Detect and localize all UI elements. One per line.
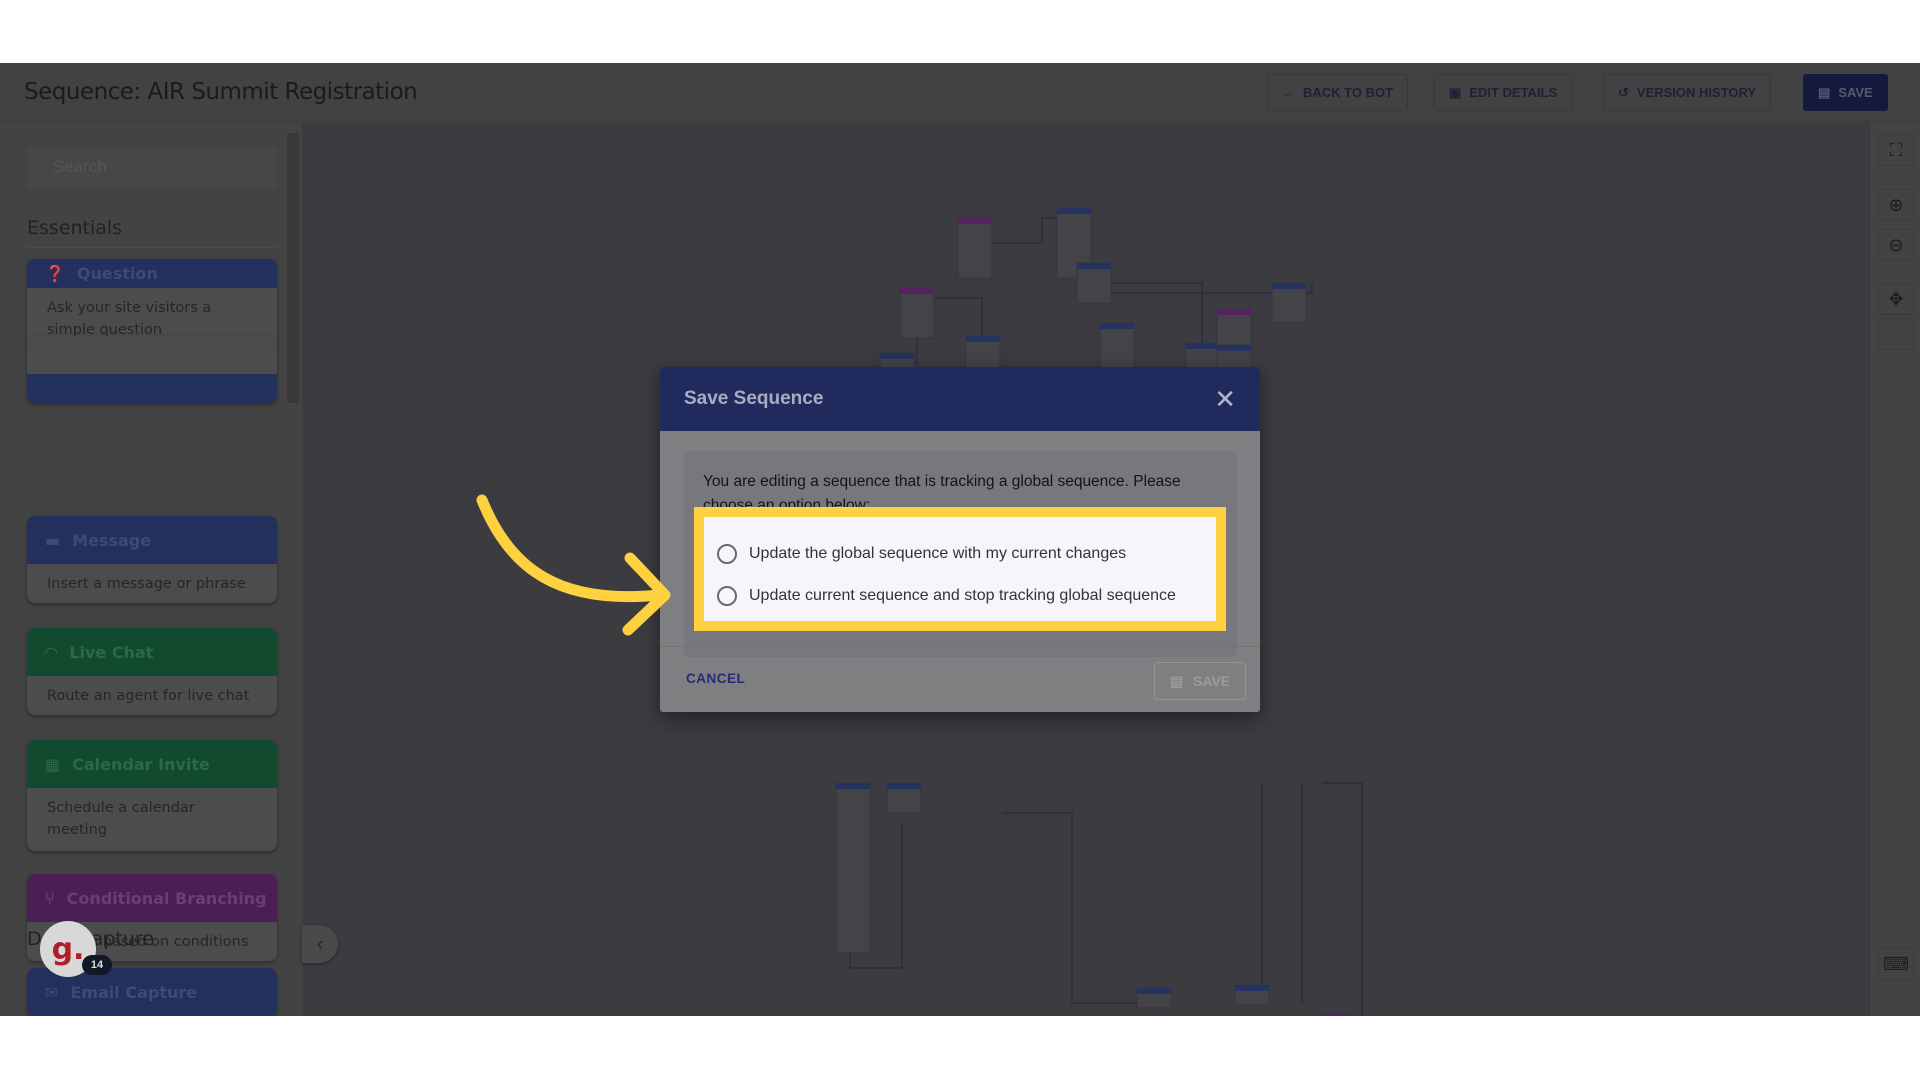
dialog-title: Save Sequence <box>684 388 824 409</box>
history-icon: ↺ <box>1618 84 1629 100</box>
dialog-header: Save Sequence ✕ <box>660 367 1260 431</box>
focus-icon: ⛶ <box>1889 139 1903 160</box>
close-icon[interactable]: ✕ <box>1214 384 1236 415</box>
branch-icon: ⑂ <box>45 888 55 908</box>
calendar-icon: ▦ <box>45 754 61 774</box>
zoom-out-button[interactable]: ⊖ <box>1878 229 1914 261</box>
flow-node[interactable] <box>1234 984 1270 1006</box>
radio-button[interactable] <box>717 544 737 564</box>
email-icon: ✉ <box>45 982 59 1002</box>
flow-node[interactable] <box>835 782 871 954</box>
zoom-in-button[interactable]: ⊕ <box>1878 189 1914 221</box>
dialog-save-button[interactable]: ▤ Save <box>1154 662 1246 700</box>
cancel-button[interactable]: Cancel <box>686 671 745 686</box>
save-icon: ▤ <box>1169 672 1184 689</box>
flow-node[interactable] <box>1136 987 1172 1009</box>
sidebar-item-message[interactable] <box>27 336 277 403</box>
notification-badge: 14 <box>82 955 112 975</box>
option-update-global[interactable]: Update the global sequence with my curre… <box>717 544 1126 564</box>
flow-connector <box>1322 782 1363 1016</box>
select-icon: ⬚ <box>1887 323 1905 344</box>
zoom-out-icon: ⊖ <box>1888 234 1904 255</box>
back-to-bot-button[interactable]: ← Back to bot <box>1267 74 1409 111</box>
flow-node[interactable] <box>886 782 922 814</box>
flow-node[interactable] <box>1321 1012 1351 1016</box>
section-essentials: Essentials <box>27 217 277 248</box>
save-button[interactable]: ▤ Save <box>1803 74 1888 111</box>
chevron-left-icon: ‹ <box>317 933 323 954</box>
flow-node[interactable] <box>957 217 993 279</box>
page-title: Sequence: AIR Summit Registration <box>24 79 418 105</box>
flow-node[interactable] <box>1271 282 1307 324</box>
dialog-message: You are editing a sequence that is track… <box>703 473 1181 510</box>
option-stop-tracking[interactable]: Update current sequence and stop trackin… <box>717 586 1176 606</box>
keyboard-icon: ⌨ <box>1883 953 1909 974</box>
pointer-arrow-icon <box>476 494 671 636</box>
version-history-button[interactable]: ↺ Version history <box>1603 74 1772 111</box>
move-icon: ✥ <box>1888 288 1904 309</box>
radio-button[interactable] <box>717 586 737 606</box>
flow-connector <box>1002 812 1142 1004</box>
search-input[interactable]: Search <box>27 148 277 188</box>
headset-icon: ◠ <box>45 642 58 662</box>
highlight-box: Update the global sequence with my curre… <box>694 507 1226 631</box>
zoom-in-icon: ⊕ <box>1888 194 1904 215</box>
flow-node[interactable] <box>1076 262 1112 304</box>
select-area-button[interactable]: ⬚ <box>1878 318 1914 350</box>
flow-node[interactable] <box>899 287 935 339</box>
edit-details-button[interactable]: ▣ Edit details <box>1434 74 1573 111</box>
edit-icon: ▣ <box>1449 84 1462 100</box>
pan-button[interactable]: ✥ <box>1878 283 1914 315</box>
top-bar: Sequence: AIR Summit Registration ← Back … <box>0 63 1920 122</box>
sidebar-item-calendar-invite[interactable]: ▦ Calendar Invite Schedule a calendar mee… <box>27 740 277 851</box>
sidebar-item-message[interactable]: ▬ Message Insert a message or phrase <box>27 516 277 603</box>
canvas-toolbar: ⛶ ⊕ ⊖ ✥ ⬚ ⌨ <box>1869 123 1920 1016</box>
fit-view-button[interactable]: ⛶ <box>1878 134 1914 166</box>
sidebar: Search Essentials ❓ Question Ask your sit… <box>0 123 302 1016</box>
question-icon: ❓ <box>45 264 65 283</box>
save-icon: ▤ <box>1818 84 1831 100</box>
sidebar-item-question[interactable]: ❓ Question Ask your site visitors a simpl… <box>27 259 277 347</box>
keyboard-shortcuts-button[interactable]: ⌨ <box>1878 948 1914 980</box>
message-icon: ▬ <box>45 530 61 550</box>
flow-node[interactable] <box>1216 308 1252 350</box>
arrow-left-icon: ← <box>1282 85 1295 100</box>
sidebar-scrollbar[interactable] <box>287 133 299 403</box>
sidebar-item-live-chat[interactable]: ◠ Live Chat Route an agent for live chat <box>27 628 277 715</box>
divider <box>660 646 1260 647</box>
